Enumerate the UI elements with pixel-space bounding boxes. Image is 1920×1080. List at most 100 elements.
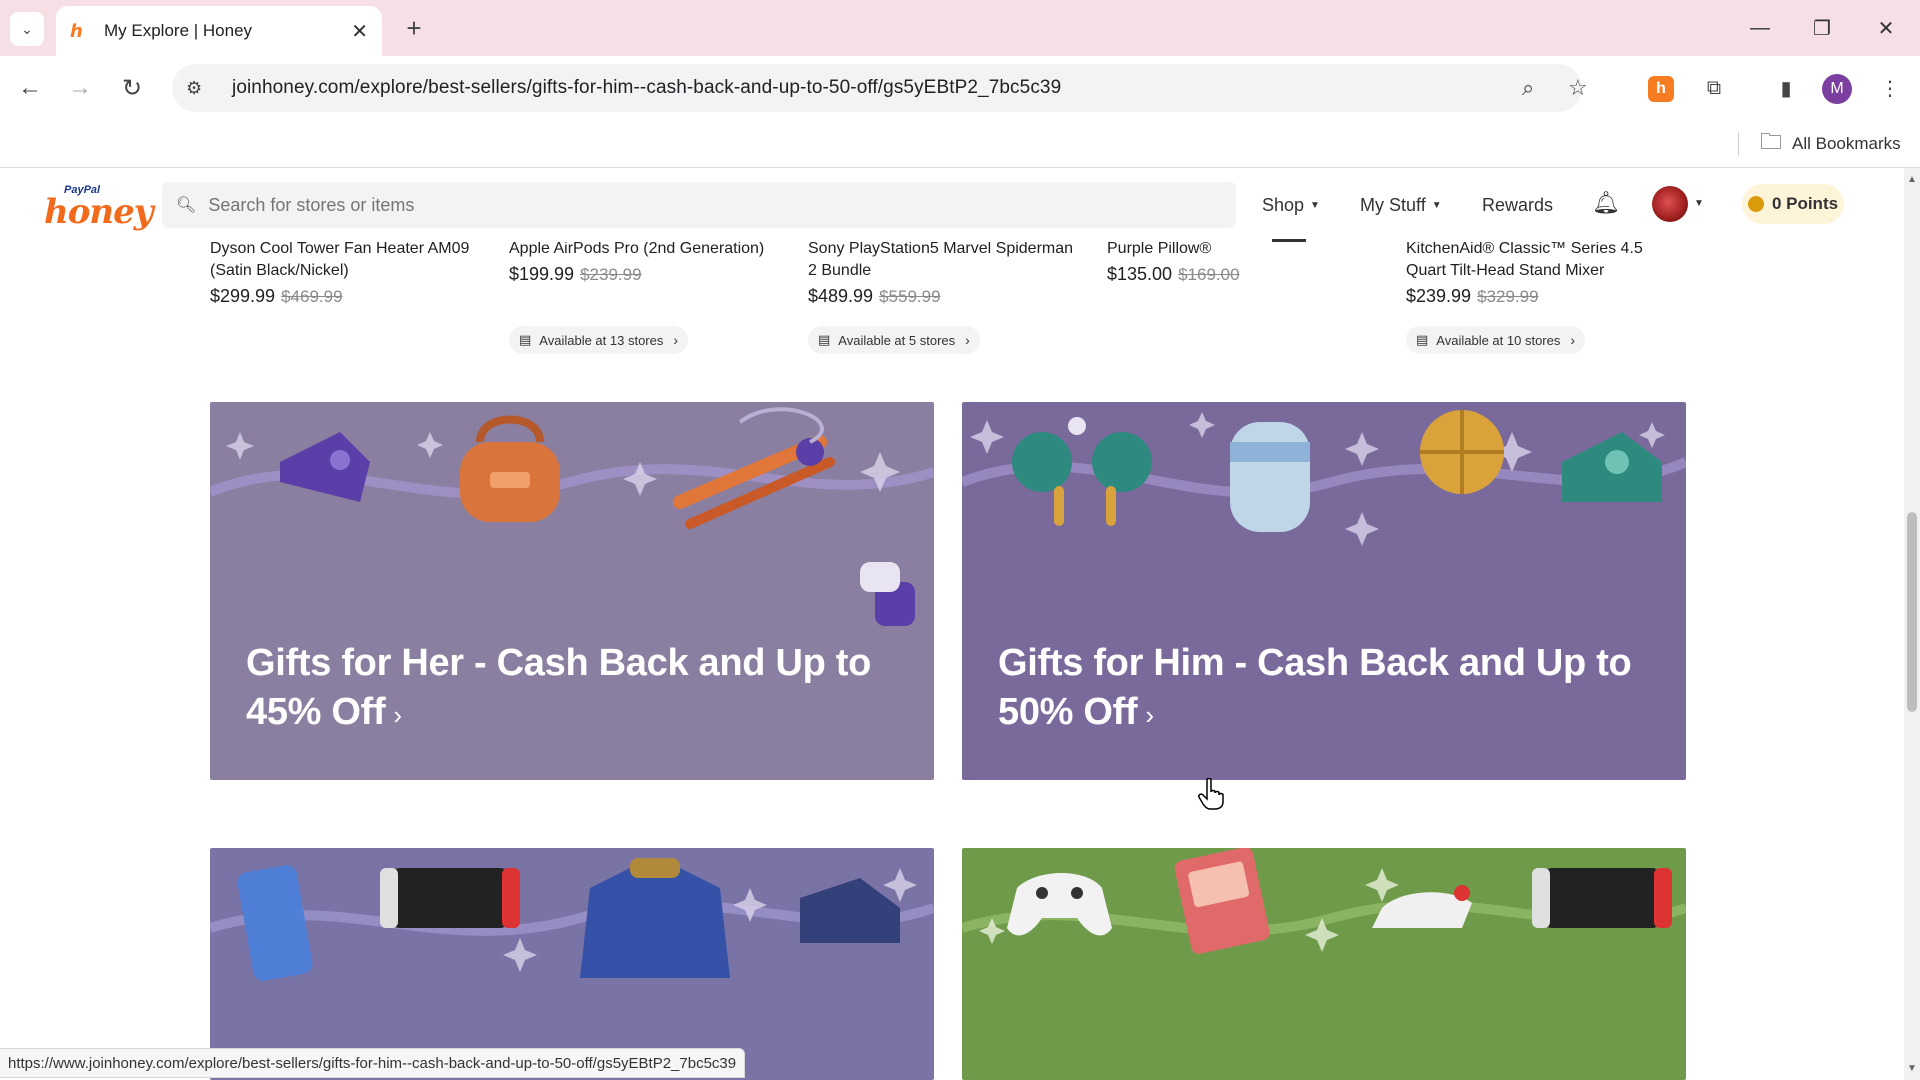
back-arrow-icon[interactable]: ← — [10, 68, 50, 108]
site-info-icon[interactable]: ⚙ — [186, 78, 216, 99]
browser-tab-strip: ⌄ ℎ My Explore | Honey ✕ + — ❐ ✕ — [0, 0, 1920, 56]
scroll-up-icon[interactable]: ▲ — [1907, 174, 1917, 185]
chevron-right-icon: › — [393, 700, 402, 730]
tab-title: My Explore | Honey — [104, 21, 253, 40]
notifications-bell-icon[interactable]: 🔔︎ — [1592, 190, 1620, 216]
forward-arrow-icon[interactable]: → — [60, 68, 100, 108]
tech-gifts-illustration — [210, 848, 934, 1080]
product-price: $239.99 — [1406, 286, 1472, 306]
nav-my-stuff[interactable]: My Stuff ▼ — [1360, 190, 1442, 220]
store-icon: ▤ — [818, 332, 831, 347]
availability-chip[interactable]: ▤ Available at 5 stores › — [808, 326, 980, 354]
product-original-price: $329.99 — [1477, 287, 1539, 306]
nav-shop[interactable]: Shop ▼ — [1262, 190, 1320, 220]
scroll-down-icon[interactable]: ▼ — [1907, 1063, 1917, 1074]
browser-tab-active[interactable]: ℎ My Explore | Honey ✕ — [56, 6, 382, 56]
product-name: KitchenAid® Classic™ Series 4.5 Quart Ti… — [1406, 240, 1643, 279]
collection-banner-gifts-for-him[interactable]: Gifts for Him - Cash Back and Up to 50% … — [962, 402, 1686, 780]
collection-banner-games[interactable] — [962, 848, 1686, 1080]
new-tab-button[interactable]: + — [396, 10, 432, 46]
link-status-bubble: https://www.joinhoney.com/explore/best-s… — [0, 1048, 746, 1078]
nav-rewards-label: Rewards — [1482, 194, 1554, 215]
all-bookmarks-label: All Bookmarks — [1792, 134, 1901, 153]
product-card[interactable]: Dyson Cool Tower Fan Heater AM09 (Satin … — [210, 238, 480, 307]
points-coin-icon — [1747, 196, 1764, 212]
product-price: $489.99 — [808, 286, 874, 306]
honey-favicon-icon: ℎ — [70, 21, 83, 41]
availability-label: Available at 10 stores — [1436, 332, 1561, 348]
reload-icon[interactable]: ↻ — [112, 68, 152, 108]
nav-rewards[interactable]: Rewards — [1482, 190, 1553, 220]
address-url[interactable]: joinhoney.com/explore/best-sellers/gifts… — [232, 77, 1061, 99]
caret-down-icon: ▼ — [1431, 199, 1442, 211]
bookmarks-bar: 🗀 All Bookmarks — [0, 120, 1920, 168]
product-original-price: $469.99 — [281, 287, 343, 306]
honey-header: PayPal honey 🔍︎ Shop▼ My Stuff▼ Rewards … — [0, 168, 1904, 242]
status-url: https://www.joinhoney.com/explore/best-s… — [8, 1054, 737, 1072]
nav-my-stuff-label: My Stuff — [1360, 194, 1426, 215]
product-original-price: $169.00 — [1178, 265, 1240, 284]
folder-icon: 🗀 — [1760, 129, 1783, 154]
minimize-icon[interactable]: — — [1730, 8, 1790, 48]
avatar-caret-down-icon[interactable]: ▼ — [1694, 198, 1704, 209]
chevron-right-icon: › — [965, 332, 970, 348]
caret-down-icon: ▼ — [1310, 199, 1320, 211]
product-card[interactable]: Purple Pillow® $135.00 $169.00 — [1107, 238, 1377, 285]
availability-chip[interactable]: ▤ Available at 10 stores › — [1406, 326, 1586, 354]
banner-title[interactable]: Gifts for Him - Cash Back and Up to 50% … — [998, 639, 1650, 740]
points-label: 0 Points — [1771, 194, 1839, 213]
user-avatar[interactable] — [1652, 186, 1688, 222]
product-original-price: $239.99 — [580, 265, 642, 284]
bookmarks-divider — [1738, 132, 1739, 156]
all-bookmarks-button[interactable]: 🗀 All Bookmarks — [1760, 129, 1901, 158]
nav-shop-label: Shop — [1262, 194, 1305, 215]
chevron-right-icon: › — [1145, 700, 1154, 730]
collection-banner-gifts-for-her[interactable]: Gifts for Her - Cash Back and Up to 45% … — [210, 402, 934, 780]
product-card[interactable]: Sony PlayStation5 Marvel Spiderman 2 Bun… — [808, 238, 1078, 307]
product-price: $135.00 — [1107, 264, 1173, 284]
extensions-puzzle-icon[interactable]: ⧉ — [1698, 72, 1730, 104]
store-icon: ▤ — [519, 332, 532, 347]
availability-label: Available at 13 stores — [539, 332, 664, 348]
profile-avatar-icon[interactable]: M — [1822, 74, 1852, 104]
close-window-icon[interactable]: ✕ — [1856, 8, 1916, 48]
shop-active-underline — [1272, 239, 1306, 242]
product-card[interactable]: Apple AirPods Pro (2nd Generation) $199.… — [509, 238, 779, 285]
points-badge[interactable]: 0 Points — [1742, 184, 1844, 224]
availability-chip[interactable]: ▤ Available at 13 stores › — [509, 326, 689, 354]
page-scrollbar[interactable]: ▲ ▼ — [1904, 168, 1920, 1080]
product-name: Dyson Cool Tower Fan Heater AM09 (Satin … — [210, 240, 470, 279]
restore-icon[interactable]: ❐ — [1792, 8, 1852, 48]
search-icon: 🔍︎ — [176, 197, 197, 214]
bookmark-star-icon[interactable]: ☆ — [1568, 64, 1588, 112]
zoom-icon[interactable]: ⌕ — [1522, 64, 1534, 112]
search-input[interactable] — [208, 194, 1109, 216]
product-price: $199.99 — [509, 264, 575, 284]
banner-title-text: Gifts for Her - Cash Back and Up to 45% … — [246, 642, 872, 733]
product-price: $299.99 — [210, 286, 276, 306]
banner-title[interactable]: Gifts for Her - Cash Back and Up to 45% … — [246, 639, 898, 740]
side-panel-icon[interactable]: ▮ — [1770, 72, 1802, 104]
logo-honey-text: honey — [44, 192, 154, 232]
hand-pointer-cursor-icon — [1198, 778, 1224, 810]
product-card[interactable]: KitchenAid® Classic™ Series 4.5 Quart Ti… — [1406, 238, 1676, 307]
tab-close-icon[interactable]: ✕ — [351, 19, 368, 44]
scrollbar-thumb[interactable] — [1907, 512, 1917, 712]
honey-extension-icon[interactable]: h — [1648, 76, 1674, 102]
chevron-right-icon: › — [1570, 332, 1576, 348]
games-gifts-illustration — [962, 848, 1686, 1080]
product-name: Sony PlayStation5 Marvel Spiderman 2 Bun… — [808, 240, 1074, 279]
browser-toolbar: ← → ↻ ⚙ joinhoney.com/explore/best-selle… — [0, 56, 1920, 120]
banner-title-text: Gifts for Him - Cash Back and Up to 50% … — [998, 642, 1632, 733]
honey-logo[interactable]: PayPal honey — [44, 184, 154, 232]
tab-search-chevron-icon[interactable]: ⌄ — [10, 12, 44, 46]
chevron-right-icon: › — [673, 332, 679, 348]
address-bar[interactable]: ⚙ joinhoney.com/explore/best-sellers/gif… — [172, 64, 1588, 112]
collection-banner-tech[interactable] — [210, 848, 934, 1080]
availability-label: Available at 5 stores — [838, 332, 956, 348]
product-original-price: $559.99 — [879, 287, 941, 306]
page-viewport: PayPal honey 🔍︎ Shop▼ My Stuff▼ Rewards … — [0, 168, 1904, 1080]
store-icon: ▤ — [1416, 332, 1429, 347]
browser-menu-icon[interactable]: ⋮ — [1874, 72, 1906, 104]
store-search-box[interactable]: 🔍︎ — [162, 182, 1236, 228]
